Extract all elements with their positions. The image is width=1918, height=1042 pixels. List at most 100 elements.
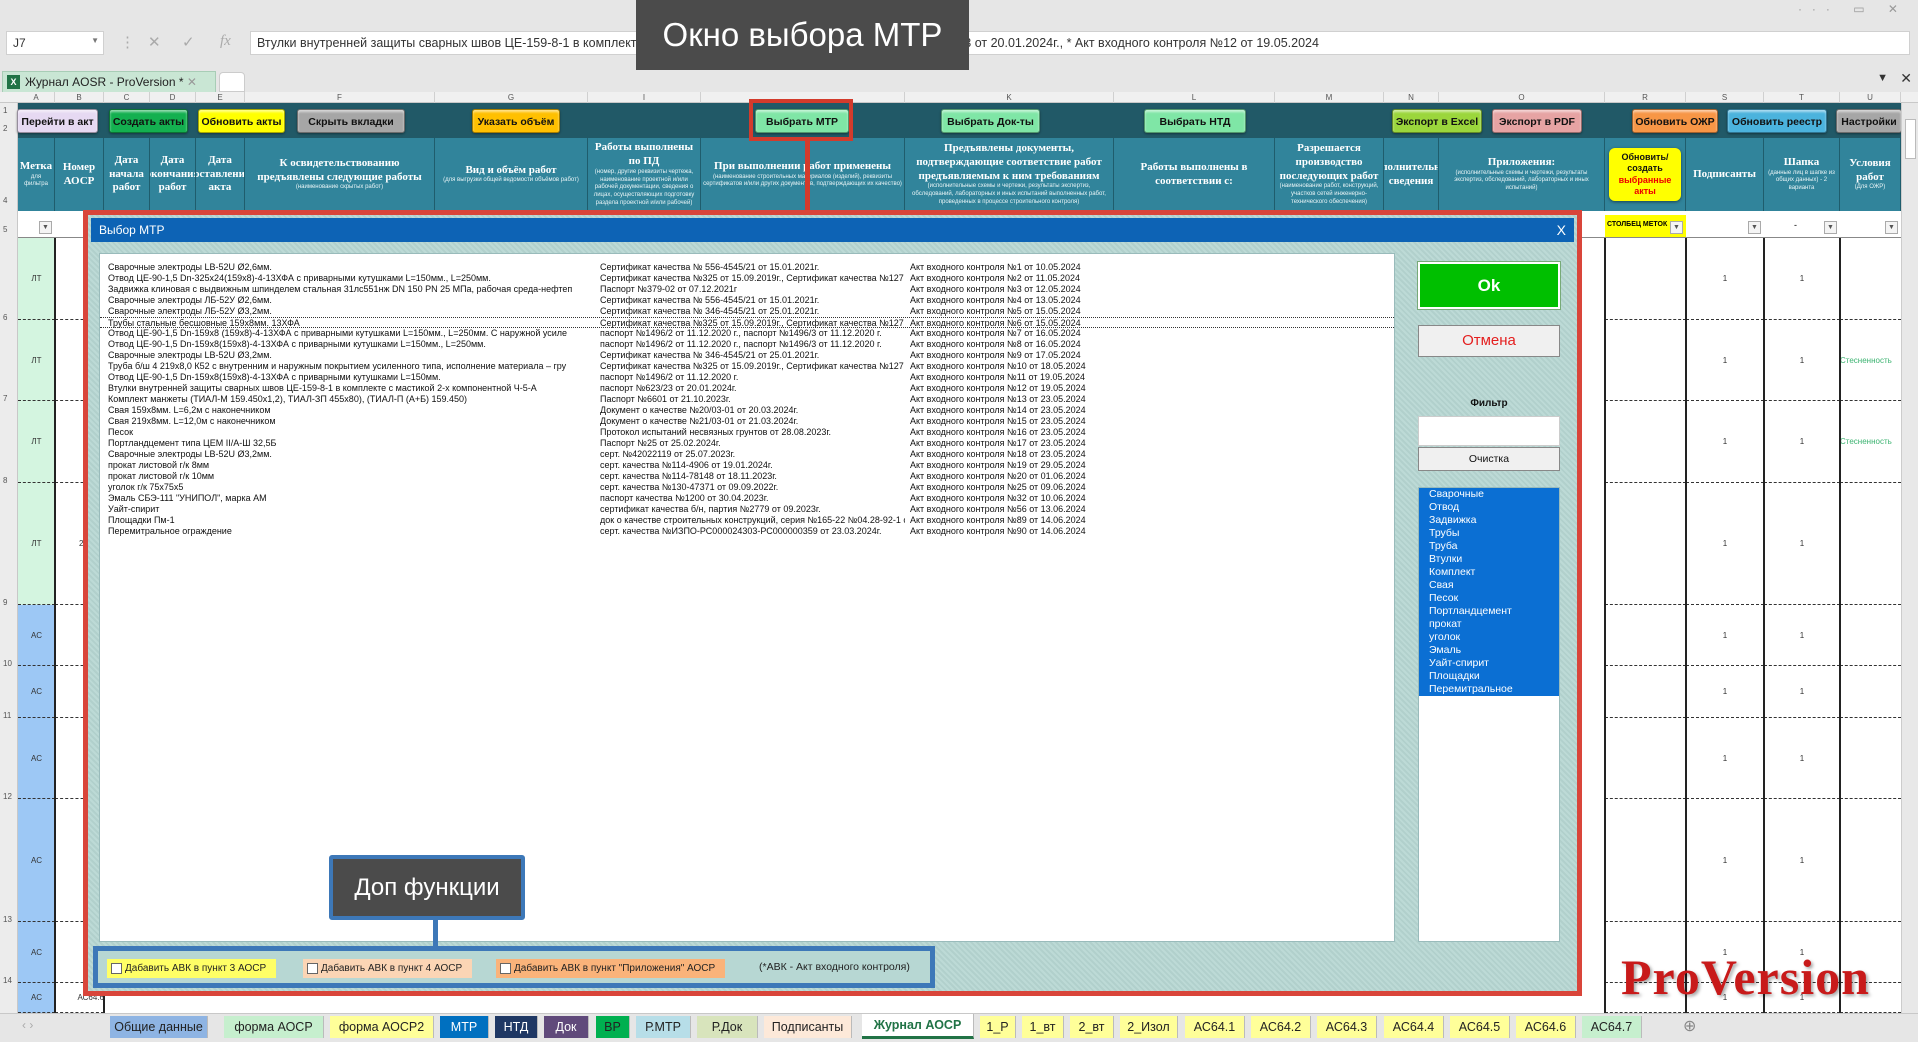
list-item[interactable]: Портландцемент типа ЦЕМ II/А-Ш 32,5Б Пасп… bbox=[100, 438, 1394, 449]
signatories-cell[interactable]: 1 bbox=[1686, 799, 1764, 922]
header-variant-cell[interactable]: 1 bbox=[1764, 666, 1840, 718]
list-item[interactable]: Отвод ЦЕ-90-1,5 Dn-159х8 (159х8)-4-13ХФА… bbox=[100, 328, 1394, 339]
category-item[interactable]: прокат bbox=[1419, 618, 1559, 631]
signatories-cell[interactable]: 1 bbox=[1686, 238, 1764, 320]
category-item[interactable]: Свая bbox=[1419, 579, 1559, 592]
category-item[interactable]: Уайт-спирит bbox=[1419, 657, 1559, 670]
name-box[interactable]: J7 ▼ bbox=[6, 31, 104, 55]
scroll-tabs-left-icon[interactable]: ‹ › bbox=[22, 1018, 33, 1032]
list-item[interactable]: Сварочные электроды LB-52U Ø3,2мм. Сертиф… bbox=[100, 350, 1394, 361]
toolbar-button[interactable]: Обновить реестр bbox=[1727, 109, 1827, 133]
cancel-icon[interactable]: ✕ bbox=[148, 33, 161, 51]
work-conditions-cell[interactable]: Стесненность bbox=[1840, 320, 1901, 401]
mark-cell[interactable]: АС bbox=[18, 605, 55, 666]
clear-filter-button[interactable]: Очистка bbox=[1418, 447, 1560, 471]
list-item[interactable]: Отвод ЦЕ-90-1,5 Dn-325х24(159х8)-4-13ХФА… bbox=[100, 273, 1394, 284]
mark-cell[interactable]: АС bbox=[18, 718, 55, 799]
filter-dropdown-icon[interactable]: ▼ bbox=[1885, 221, 1898, 234]
cancel-button[interactable]: Отмена bbox=[1418, 325, 1560, 357]
toolbar-button[interactable]: Скрыть вкладки bbox=[297, 109, 405, 133]
column-letter[interactable]: O bbox=[1439, 92, 1605, 103]
checkbox[interactable] bbox=[307, 963, 318, 974]
row-number[interactable]: 6 bbox=[0, 313, 18, 322]
toolbar-button[interactable]: Перейти в акт bbox=[17, 109, 98, 133]
mark-cell[interactable]: АС bbox=[18, 799, 55, 922]
signatories-cell[interactable]: 1 bbox=[1686, 401, 1764, 483]
column-letter[interactable]: A bbox=[18, 92, 55, 103]
sheet-tab[interactable]: Р.Док bbox=[697, 1016, 758, 1038]
list-item[interactable]: прокат листовой г/к 10мм серт. качества №… bbox=[100, 471, 1394, 482]
filter-dropdown-icon[interactable]: ▼ bbox=[1670, 221, 1683, 234]
sheet-tab[interactable]: Док bbox=[544, 1016, 589, 1038]
mark-cell[interactable]: АС bbox=[18, 922, 55, 983]
header-variant-cell[interactable]: 1 bbox=[1764, 718, 1840, 799]
column-letter[interactable]: T bbox=[1764, 92, 1840, 103]
sheet-tab[interactable]: ВР bbox=[596, 1016, 630, 1038]
category-item[interactable]: Перемитральное bbox=[1419, 683, 1559, 696]
sheet-tab[interactable]: форма АОСР bbox=[224, 1016, 324, 1038]
filter-cell[interactable]: ▼ bbox=[18, 215, 55, 238]
filter-dropdown-icon[interactable]: ▼ bbox=[1824, 221, 1837, 234]
row-number[interactable]: 1 bbox=[0, 106, 18, 115]
mark-cell[interactable]: АС bbox=[18, 983, 55, 1013]
toolbar-button[interactable]: Создать акты bbox=[109, 109, 188, 133]
sheet-tab[interactable]: Общие данные bbox=[110, 1016, 208, 1038]
refresh-cell[interactable] bbox=[1605, 238, 1686, 320]
enter-check-icon[interactable]: ✓ bbox=[182, 33, 195, 51]
sheet-tab[interactable]: АС64.1 bbox=[1185, 1016, 1245, 1038]
toolbar-button[interactable]: Обновить акты bbox=[198, 109, 285, 133]
list-item[interactable]: Свая 159х8мм. L=6,2м с наконечником Докум… bbox=[100, 405, 1394, 416]
refresh-cell[interactable] bbox=[1605, 799, 1686, 922]
category-item[interactable]: Площадки bbox=[1419, 670, 1559, 683]
formula-input[interactable]: Втулки внутренней защиты сварных швов ЦЕ… bbox=[250, 31, 1910, 55]
mark-cell[interactable]: ЛТ bbox=[18, 238, 55, 320]
scrollbar-thumb[interactable] bbox=[1905, 119, 1916, 159]
ribbon-dropdown-icon[interactable]: ▼ bbox=[1877, 72, 1888, 84]
sheet-tab[interactable]: АС64.5 bbox=[1450, 1016, 1510, 1038]
checkbox[interactable] bbox=[500, 963, 511, 974]
category-item[interactable]: уголок bbox=[1419, 631, 1559, 644]
signatories-cell[interactable]: 1 bbox=[1686, 666, 1764, 718]
work-conditions-cell[interactable] bbox=[1840, 799, 1901, 922]
toolbar-button[interactable]: Выбрать НТД bbox=[1144, 109, 1246, 133]
list-item[interactable]: уголок г/к 75х75х5 серт. качества №130-47… bbox=[100, 482, 1394, 493]
filter-cell[interactable]: - ▼ bbox=[1764, 215, 1840, 238]
row-number[interactable]: 11 bbox=[0, 711, 18, 720]
refresh-selected-acts-button[interactable]: Обновить/ создать выбранные акты bbox=[1609, 148, 1681, 201]
column-letter[interactable]: C bbox=[104, 92, 150, 103]
list-item[interactable]: Сварочные электроды ЛБ-52У Ø2,6мм. Сертиф… bbox=[100, 295, 1394, 306]
column-letter[interactable]: R bbox=[1605, 92, 1686, 103]
filter-dropdown-icon[interactable]: ▼ bbox=[1748, 221, 1761, 234]
list-item[interactable]: Трубы стальные бесшовные 159х8мм. 13ХФА С… bbox=[100, 317, 1394, 328]
sheet-tab[interactable]: Подписанты bbox=[764, 1016, 852, 1038]
category-listbox[interactable]: Сварочные Отвод Задвижка Трубы Труба Втулки Ко… bbox=[1418, 487, 1560, 942]
row-number[interactable]: 2 bbox=[0, 124, 18, 133]
sheet-tab[interactable]: Р.МТР bbox=[636, 1016, 691, 1038]
sheet-tab[interactable]: АС64.7 bbox=[1582, 1016, 1642, 1038]
column-letter[interactable]: K bbox=[905, 92, 1114, 103]
list-item[interactable]: Площадки Пм-1 док о качестве строительных… bbox=[100, 515, 1394, 526]
window-controls[interactable]: ··· ▭ ✕ bbox=[1798, 2, 1908, 16]
refresh-cell[interactable] bbox=[1605, 320, 1686, 401]
workbook-tab[interactable]: X Журнал AOSR - ProVersion * ✕ bbox=[2, 71, 216, 92]
list-item[interactable]: Сварочные электроды LB-52U Ø2,6мм. Сертиф… bbox=[100, 262, 1394, 273]
toolbar-button[interactable]: Выбрать Док-ты bbox=[941, 109, 1040, 133]
category-item[interactable]: Портландцемент bbox=[1419, 605, 1559, 618]
category-item[interactable]: Отвод bbox=[1419, 501, 1559, 514]
header-variant-cell[interactable]: 1 bbox=[1764, 799, 1840, 922]
signatories-cell[interactable]: 1 bbox=[1686, 605, 1764, 666]
sheet-tab[interactable]: 2_вт bbox=[1070, 1016, 1114, 1038]
list-item[interactable]: Отвод ЦЕ-90-1,5 Dn-159х8(159х8)-4-13ХФА … bbox=[100, 372, 1394, 383]
list-item[interactable]: Песок Протокол испытаний несвязных грунто… bbox=[100, 427, 1394, 438]
column-letter[interactable]: N bbox=[1384, 92, 1439, 103]
row-number[interactable]: 7 bbox=[0, 394, 18, 403]
filter-cell[interactable]: СТОЛБЕЦ МЕТОК ▼ bbox=[1605, 215, 1686, 238]
toolbar-button[interactable]: Настройки bbox=[1836, 109, 1902, 133]
column-letter[interactable]: G bbox=[435, 92, 588, 103]
vertical-scrollbar[interactable] bbox=[1901, 103, 1918, 1013]
sheet-tab[interactable]: форма АОСР2 bbox=[330, 1016, 434, 1038]
work-conditions-cell[interactable] bbox=[1840, 238, 1901, 320]
column-letter[interactable]: L bbox=[1114, 92, 1275, 103]
row-number[interactable]: 10 bbox=[0, 659, 18, 668]
sheet-tab[interactable]: АС64.4 bbox=[1384, 1016, 1444, 1038]
